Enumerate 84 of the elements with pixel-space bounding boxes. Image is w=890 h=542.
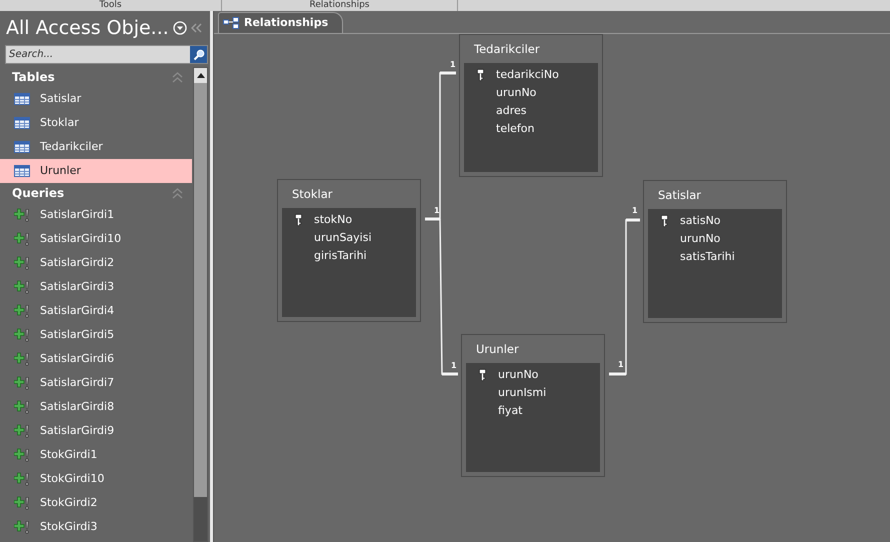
query-icon — [14, 352, 30, 366]
query-icon — [14, 376, 30, 390]
query-item[interactable]: StokGirdi10 — [0, 467, 192, 491]
query-icon — [14, 256, 30, 270]
key-icon — [294, 214, 302, 226]
field-name[interactable]: adres — [496, 102, 527, 120]
field-name[interactable]: satisTarihi — [680, 248, 735, 266]
scrollbar[interactable] — [193, 67, 208, 542]
table-icon — [14, 117, 30, 129]
query-icon — [14, 424, 30, 438]
group-header[interactable]: Queries — [12, 184, 64, 202]
query-item[interactable]: SatislarGirdi7 — [0, 371, 192, 395]
cardinality-label: 1 — [618, 360, 624, 369]
table-window[interactable]: Satislar satisNo urunNo satisTarihi — [643, 180, 787, 323]
relationship-line[interactable] — [609, 218, 640, 376]
key-icon — [660, 215, 668, 227]
field-name[interactable]: stokNo — [314, 212, 352, 228]
table-icon — [14, 93, 30, 105]
table-item[interactable]: Stoklar — [0, 111, 192, 135]
query-icon — [14, 328, 30, 342]
field-name[interactable]: urunNo — [496, 84, 536, 102]
field-name[interactable]: urunNo — [498, 366, 538, 384]
cardinality-label: 1 — [451, 361, 457, 370]
relationship-line[interactable] — [439, 218, 458, 376]
table-item[interactable]: Tedarikciler — [0, 135, 192, 159]
table-icon — [14, 141, 30, 153]
dropdown-icon[interactable] — [172, 21, 187, 35]
table-window[interactable]: Tedarikciler tedarikciNo urunNo adres telefon — [459, 34, 603, 177]
key-icon — [478, 369, 486, 381]
scroll-up-button[interactable] — [194, 68, 207, 83]
query-icon — [14, 400, 30, 414]
field-name[interactable]: satisNo — [680, 212, 721, 230]
query-item[interactable]: SatislarGirdi3 — [0, 275, 192, 299]
query-item[interactable]: SatislarGirdi5 — [0, 323, 192, 347]
query-item[interactable]: StokGirdi3 — [0, 515, 192, 539]
query-item[interactable]: SatislarGirdi9 — [0, 419, 192, 443]
query-icon — [14, 520, 30, 534]
ribbon-group-label: Relationships — [310, 0, 370, 10]
field-name[interactable]: girisTarihi — [314, 248, 367, 264]
query-item[interactable]: SatislarGirdi2 — [0, 251, 192, 275]
table-item[interactable]: Satislar — [0, 87, 192, 111]
cardinality-label: 1 — [450, 60, 456, 69]
table-window[interactable]: Urunler urunNo urunIsmi fiyat — [461, 334, 605, 477]
search-field[interactable]: Search... — [5, 45, 208, 64]
query-item[interactable]: SatislarGirdi6 — [0, 347, 192, 371]
relationships-icon — [223, 17, 239, 29]
search-icon — [192, 48, 204, 60]
field-name[interactable]: urunSayisi — [314, 230, 372, 246]
cardinality-label: 1 — [434, 206, 440, 215]
field-name[interactable]: telefon — [496, 120, 534, 138]
field-name[interactable]: urunNo — [680, 230, 720, 248]
query-item[interactable]: StokGirdi1 — [0, 443, 192, 467]
query-item[interactable]: SatislarGirdi8 — [0, 395, 192, 419]
table-title: Tedarikciler — [474, 42, 540, 56]
query-icon — [14, 448, 30, 462]
relationship-line[interactable] — [425, 72, 456, 220]
query-item[interactable]: StokGirdi2 — [0, 491, 192, 515]
up-arrow-icon — [196, 73, 204, 78]
query-icon — [14, 496, 30, 510]
pane-title: All Access Obje... — [6, 16, 169, 41]
query-item[interactable]: SatislarGirdi1 — [0, 203, 192, 227]
field-name[interactable]: tedarikciNo — [496, 66, 559, 84]
table-title: Urunler — [476, 342, 519, 356]
query-item[interactable]: SatislarGirdi4 — [0, 299, 192, 323]
table-icon — [14, 165, 30, 177]
query-item[interactable]: SatislarGirdi10 — [0, 227, 192, 251]
query-icon — [14, 208, 30, 222]
query-icon — [14, 280, 30, 294]
query-icon — [14, 472, 30, 486]
table-title: Satislar — [658, 188, 702, 202]
search-button[interactable] — [190, 46, 207, 63]
table-window[interactable]: Stoklar stokNo urunSayisi girisTarihi — [277, 179, 421, 322]
cardinality-label: 1 — [632, 206, 638, 215]
group-header[interactable]: Tables — [12, 68, 55, 86]
table-title: Stoklar — [292, 187, 332, 201]
table-item[interactable]: Urunler — [0, 159, 192, 183]
ribbon-group-label: Tools — [99, 0, 122, 10]
document-tab[interactable]: Relationships — [218, 12, 344, 33]
field-name[interactable]: fiyat — [498, 402, 522, 420]
scrollbar-thumb[interactable] — [194, 83, 207, 497]
query-icon — [14, 232, 30, 246]
query-icon — [14, 304, 30, 318]
field-name[interactable]: urunIsmi — [498, 384, 546, 402]
key-icon — [476, 69, 484, 81]
